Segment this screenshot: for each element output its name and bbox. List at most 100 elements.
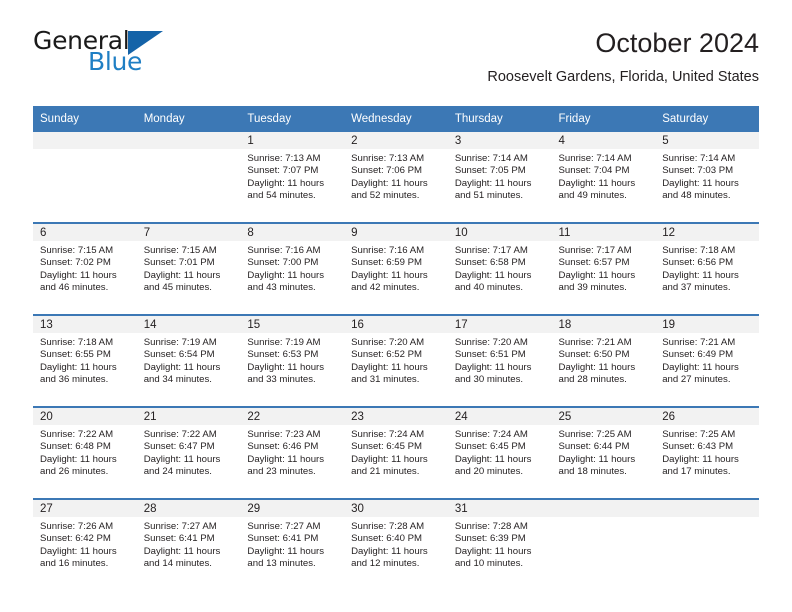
day-details: Sunrise: 7:13 AM Sunset: 7:07 PM Daylight:… xyxy=(240,149,344,202)
weekday-header-tuesday: Tuesday xyxy=(240,106,345,132)
daylight-text-line2: and 49 minutes. xyxy=(558,189,627,201)
calendar-day-cell[interactable]: 7 Sunrise: 7:15 AM Sunset: 7:01 PM Daylight… xyxy=(136,223,241,316)
day-number: 9 xyxy=(344,224,448,241)
day-cell-inner: 27 Sunrise: 7:26 AM Sunset: 6:42 PM Dayligh… xyxy=(33,500,137,588)
sunset-text: Sunset: 6:50 PM xyxy=(558,349,630,361)
day-number: 13 xyxy=(33,316,137,333)
daylight-text-line2: and 14 minutes. xyxy=(143,557,212,569)
calendar-day-cell[interactable]: 30 Sunrise: 7:28 AM Sunset: 6:40 PM Dayligh… xyxy=(344,499,448,590)
calendar-day-cell[interactable]: 8 Sunrise: 7:16 AM Sunset: 7:00 PM Daylight… xyxy=(240,223,345,316)
calendar-day-cell[interactable]: 21 Sunrise: 7:22 AM Sunset: 6:47 PM Dayligh… xyxy=(136,407,241,500)
day-details: Sunrise: 7:21 AM Sunset: 6:49 PM Daylight:… xyxy=(655,333,759,386)
day-number: 28 xyxy=(136,500,241,517)
sunrise-text: Sunrise: 7:18 AM xyxy=(662,245,736,256)
sunrise-text: Sunrise: 7:15 AM xyxy=(40,245,114,256)
calendar-day-cell[interactable]: 3 Sunrise: 7:14 AM Sunset: 7:05 PM Daylight… xyxy=(447,132,552,224)
weekday-header-thursday: Thursday xyxy=(447,106,552,132)
daylight-text-line1: Daylight: 11 hours xyxy=(143,269,221,281)
day-number: 26 xyxy=(655,408,759,425)
calendar-day-cell[interactable]: 10 Sunrise: 7:17 AM Sunset: 6:58 PM Dayligh… xyxy=(447,223,552,316)
daylight-text-line1: Daylight: 11 hours xyxy=(558,361,636,373)
calendar-day-cell[interactable]: 9 Sunrise: 7:16 AM Sunset: 6:59 PM Daylight… xyxy=(344,223,448,316)
daylight-text-line2: and 43 minutes. xyxy=(247,281,316,293)
calendar-day-cell[interactable]: 2 Sunrise: 7:13 AM Sunset: 7:06 PM Daylight… xyxy=(344,132,448,224)
daylight-text-line1: Daylight: 11 hours xyxy=(143,361,221,373)
calendar-day-cell[interactable]: 24 Sunrise: 7:24 AM Sunset: 6:45 PM Dayligh… xyxy=(447,407,552,500)
calendar-empty-cell xyxy=(33,132,137,224)
daylight-text-line1: Daylight: 11 hours xyxy=(662,361,739,373)
sunrise-text: Sunrise: 7:24 AM xyxy=(454,429,528,440)
sunset-text: Sunset: 7:00 PM xyxy=(247,257,319,269)
daylight-text-line2: and 10 minutes. xyxy=(454,557,524,569)
calendar-day-cell[interactable]: 28 Sunrise: 7:27 AM Sunset: 6:41 PM Dayligh… xyxy=(136,499,241,590)
calendar-day-cell[interactable]: 23 Sunrise: 7:24 AM Sunset: 6:45 PM Dayligh… xyxy=(344,407,448,500)
day-cell-inner: 5 Sunrise: 7:14 AM Sunset: 7:03 PM Daylight… xyxy=(655,132,759,220)
daylight-text-line2: and 26 minutes. xyxy=(40,465,109,477)
day-details: Sunrise: 7:14 AM Sunset: 7:04 PM Daylight:… xyxy=(552,149,656,202)
calendar-empty-cell xyxy=(655,499,759,590)
day-number: 31 xyxy=(447,500,552,517)
calendar-day-cell[interactable]: 26 Sunrise: 7:25 AM Sunset: 6:43 PM Dayligh… xyxy=(655,407,759,500)
sunset-text: Sunset: 6:55 PM xyxy=(40,349,111,361)
day-cell-inner: 21 Sunrise: 7:22 AM Sunset: 6:47 PM Dayligh… xyxy=(136,408,241,496)
calendar-day-cell[interactable]: 16 Sunrise: 7:20 AM Sunset: 6:52 PM Dayligh… xyxy=(344,315,448,408)
sunrise-text: Sunrise: 7:16 AM xyxy=(247,245,321,256)
calendar-day-cell[interactable]: 11 Sunrise: 7:17 AM Sunset: 6:57 PM Dayligh… xyxy=(551,223,656,316)
calendar-day-cell[interactable]: 13 Sunrise: 7:18 AM Sunset: 6:55 PM Dayligh… xyxy=(33,315,137,408)
calendar-day-cell[interactable]: 29 Sunrise: 7:27 AM Sunset: 6:41 PM Dayligh… xyxy=(240,499,345,590)
calendar-day-cell[interactable]: 31 Sunrise: 7:28 AM Sunset: 6:39 PM Dayligh… xyxy=(447,499,552,590)
sunset-text: Sunset: 6:58 PM xyxy=(454,257,526,269)
daylight-text-line1: Daylight: 11 hours xyxy=(662,269,739,281)
day-number xyxy=(655,500,759,517)
calendar-day-cell[interactable]: 5 Sunrise: 7:14 AM Sunset: 7:03 PM Daylight… xyxy=(655,132,759,224)
sunrise-text: Sunrise: 7:19 AM xyxy=(143,337,217,348)
day-details: Sunrise: 7:28 AM Sunset: 6:39 PM Daylight:… xyxy=(448,517,552,570)
calendar-day-cell[interactable]: 12 Sunrise: 7:18 AM Sunset: 6:56 PM Dayligh… xyxy=(655,223,759,316)
daylight-text-line2: and 24 minutes. xyxy=(143,465,212,477)
daylight-text-line1: Daylight: 11 hours xyxy=(247,361,325,373)
day-cell-inner: 28 Sunrise: 7:27 AM Sunset: 6:41 PM Dayligh… xyxy=(136,500,241,588)
calendar-day-cell[interactable]: 6 Sunrise: 7:15 AM Sunset: 7:02 PM Daylight… xyxy=(33,223,137,316)
weekday-header-row: Sunday Monday Tuesday Wednesday Thursday… xyxy=(33,106,759,132)
day-number xyxy=(136,132,241,149)
day-cell-inner xyxy=(551,500,656,588)
day-details: Sunrise: 7:18 AM Sunset: 6:56 PM Daylight:… xyxy=(655,241,759,294)
calendar-day-cell[interactable]: 18 Sunrise: 7:21 AM Sunset: 6:50 PM Dayligh… xyxy=(551,315,656,408)
day-number: 12 xyxy=(655,224,759,241)
day-cell-inner: 10 Sunrise: 7:17 AM Sunset: 6:58 PM Dayligh… xyxy=(447,224,552,312)
calendar-page: General Blue October 2024 Roosevelt Gard… xyxy=(0,0,792,612)
daylight-text-line1: Daylight: 11 hours xyxy=(662,453,739,465)
day-cell-inner: 24 Sunrise: 7:24 AM Sunset: 6:45 PM Dayligh… xyxy=(447,408,552,496)
sunset-text: Sunset: 7:02 PM xyxy=(40,257,111,269)
calendar-day-cell[interactable]: 4 Sunrise: 7:14 AM Sunset: 7:04 PM Daylight… xyxy=(551,132,656,224)
daylight-text-line1: Daylight: 11 hours xyxy=(351,269,428,281)
daylight-text-line1: Daylight: 11 hours xyxy=(143,545,221,557)
calendar-day-cell[interactable]: 14 Sunrise: 7:19 AM Sunset: 6:54 PM Dayligh… xyxy=(136,315,241,408)
sunset-text: Sunset: 7:06 PM xyxy=(351,165,423,177)
calendar-day-cell[interactable]: 27 Sunrise: 7:26 AM Sunset: 6:42 PM Dayligh… xyxy=(33,499,137,590)
calendar-day-cell[interactable]: 19 Sunrise: 7:21 AM Sunset: 6:49 PM Dayligh… xyxy=(655,315,759,408)
day-cell-inner: 23 Sunrise: 7:24 AM Sunset: 6:45 PM Dayligh… xyxy=(344,408,448,496)
day-details: Sunrise: 7:19 AM Sunset: 6:54 PM Daylight:… xyxy=(137,333,241,386)
brand-logo[interactable]: General Blue xyxy=(33,28,263,90)
calendar-day-cell[interactable]: 20 Sunrise: 7:22 AM Sunset: 6:48 PM Dayligh… xyxy=(33,407,137,500)
calendar-day-cell[interactable]: 25 Sunrise: 7:25 AM Sunset: 6:44 PM Dayligh… xyxy=(551,407,656,500)
calendar-day-cell[interactable]: 17 Sunrise: 7:20 AM Sunset: 6:51 PM Dayligh… xyxy=(447,315,552,408)
calendar-week-row: 27 Sunrise: 7:26 AM Sunset: 6:42 PM Dayligh… xyxy=(33,499,759,590)
sunset-text: Sunset: 7:05 PM xyxy=(454,165,526,177)
sunrise-text: Sunrise: 7:21 AM xyxy=(558,337,632,348)
day-cell-inner: 4 Sunrise: 7:14 AM Sunset: 7:04 PM Daylight… xyxy=(551,132,656,220)
sunrise-text: Sunrise: 7:17 AM xyxy=(454,245,528,256)
calendar-day-cell[interactable]: 15 Sunrise: 7:19 AM Sunset: 6:53 PM Dayligh… xyxy=(240,315,345,408)
day-details xyxy=(655,517,759,521)
day-number: 8 xyxy=(240,224,345,241)
calendar-day-cell[interactable]: 22 Sunrise: 7:23 AM Sunset: 6:46 PM Dayligh… xyxy=(240,407,345,500)
day-number: 10 xyxy=(447,224,552,241)
sunrise-text: Sunrise: 7:19 AM xyxy=(247,337,321,348)
sunrise-text: Sunrise: 7:15 AM xyxy=(143,245,217,256)
weekday-header-saturday: Saturday xyxy=(655,106,759,132)
daylight-text-line2: and 34 minutes. xyxy=(143,373,212,385)
calendar-day-cell[interactable]: 1 Sunrise: 7:13 AM Sunset: 7:07 PM Daylight… xyxy=(240,132,345,224)
daylight-text-line2: and 20 minutes. xyxy=(454,465,524,477)
day-cell-inner: 6 Sunrise: 7:15 AM Sunset: 7:02 PM Daylight… xyxy=(33,224,137,312)
